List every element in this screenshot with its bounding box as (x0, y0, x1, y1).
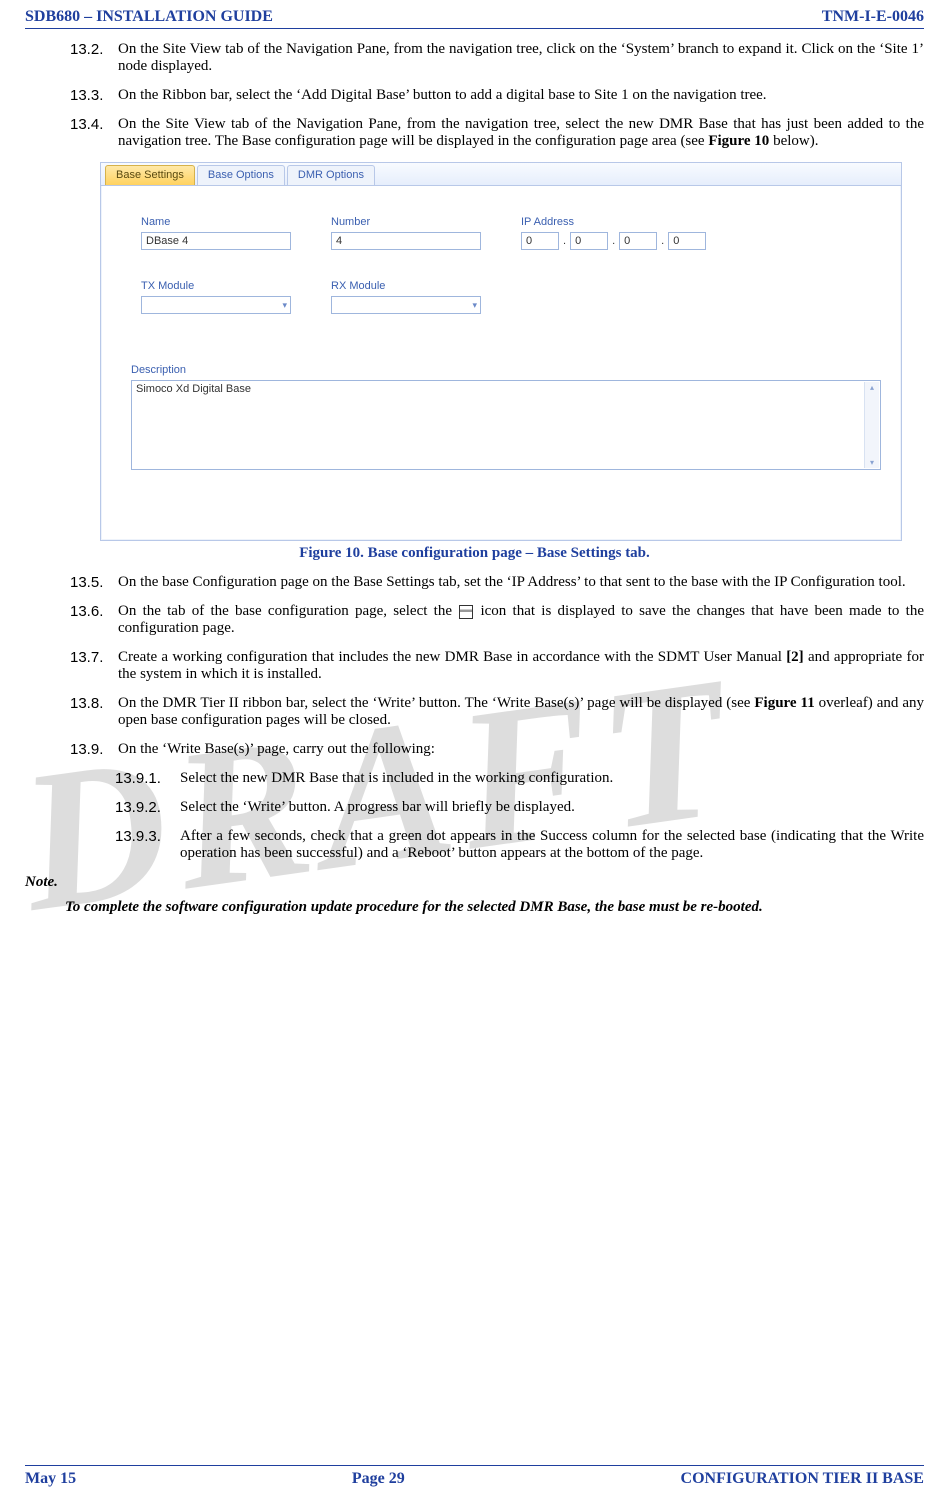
substep-text: Select the ‘Write’ button. A progress ba… (180, 799, 924, 816)
step-text: On the Ribbon bar, select the ‘Add Digit… (118, 87, 924, 104)
step-text: On the Site View tab of the Navigation P… (118, 116, 924, 150)
step-13-5: 13.5. On the base Configuration page on … (70, 574, 924, 591)
step-13-8: 13.8. On the DMR Tier II ribbon bar, sel… (70, 695, 924, 729)
config-tabstrip: Base Settings Base Options DMR Options (101, 163, 901, 186)
substep-number: 13.9.2. (115, 799, 180, 816)
step-number: 13.9. (70, 741, 118, 758)
label-rx-module: RX Module (331, 280, 491, 292)
step-13-6: 13.6. On the tab of the base configurati… (70, 603, 924, 637)
footer-right: CONFIGURATION TIER II BASE (681, 1470, 924, 1488)
footer-left: May 15 (25, 1470, 76, 1488)
step-number: 13.7. (70, 649, 118, 683)
step-13-9: 13.9. On the ‘Write Base(s)’ page, carry… (70, 741, 924, 758)
substep-text: After a few seconds, check that a green … (180, 828, 924, 862)
substep-text: Select the new DMR Base that is included… (180, 770, 924, 787)
number-field[interactable] (331, 232, 481, 250)
step-13-3: 13.3. On the Ribbon bar, select the ‘Add… (70, 87, 924, 104)
page-footer: May 15 Page 29 CONFIGURATION TIER II BAS… (25, 1465, 924, 1488)
rx-module-select[interactable] (331, 296, 481, 314)
substep-13-9-2: 13.9.2. Select the ‘Write’ button. A pro… (115, 799, 924, 816)
step-text: On the DMR Tier II ribbon bar, select th… (118, 695, 924, 729)
page-header: SDB680 – INSTALLATION GUIDE TNM-I-E-0046 (25, 8, 924, 29)
step-text: On the tab of the base configuration pag… (118, 603, 924, 637)
step-number: 13.6. (70, 603, 118, 637)
ip-octet-3[interactable] (619, 232, 657, 250)
step-number: 13.8. (70, 695, 118, 729)
step-text: On the base Configuration page on the Ba… (118, 574, 924, 591)
scrollbar[interactable] (864, 382, 879, 468)
label-number: Number (331, 216, 491, 228)
step-13-7: 13.7. Create a working configuration tha… (70, 649, 924, 683)
step-text: On the ‘Write Base(s)’ page, carry out t… (118, 741, 924, 758)
tx-module-select[interactable] (141, 296, 291, 314)
save-icon (459, 605, 473, 619)
note-label: Note. (25, 874, 924, 891)
label-ip: IP Address (521, 216, 741, 228)
ip-octet-4[interactable] (668, 232, 706, 250)
step-13-4: 13.4. On the Site View tab of the Naviga… (70, 116, 924, 150)
step-number: 13.2. (70, 41, 118, 75)
header-left: SDB680 – INSTALLATION GUIDE (25, 8, 273, 26)
footer-center: Page 29 (352, 1470, 405, 1488)
figure-10-caption: Figure 10. Base configuration page – Bas… (25, 545, 924, 562)
step-number: 13.4. (70, 116, 118, 150)
label-tx-module: TX Module (141, 280, 301, 292)
header-right: TNM-I-E-0046 (822, 8, 924, 26)
step-number: 13.3. (70, 87, 118, 104)
label-description: Description (131, 364, 881, 376)
figure-10-screenshot: Base Settings Base Options DMR Options N… (100, 162, 902, 541)
step-number: 13.5. (70, 574, 118, 591)
label-name: Name (141, 216, 301, 228)
substep-number: 13.9.3. (115, 828, 180, 862)
substep-13-9-3: 13.9.3. After a few seconds, check that … (115, 828, 924, 862)
name-field[interactable] (141, 232, 291, 250)
step-text: On the Site View tab of the Navigation P… (118, 41, 924, 75)
step-13-2: 13.2. On the Site View tab of the Naviga… (70, 41, 924, 75)
step-text: Create a working configuration that incl… (118, 649, 924, 683)
tab-base-settings[interactable]: Base Settings (105, 165, 195, 185)
note-body: To complete the software configuration u… (65, 899, 884, 916)
description-textarea[interactable]: Simoco Xd Digital Base (131, 380, 881, 470)
ip-address-field[interactable]: . . . (521, 232, 741, 250)
substep-number: 13.9.1. (115, 770, 180, 787)
ip-octet-1[interactable] (521, 232, 559, 250)
tab-base-options[interactable]: Base Options (197, 165, 285, 185)
tab-dmr-options[interactable]: DMR Options (287, 165, 375, 185)
substep-13-9-1: 13.9.1. Select the new DMR Base that is … (115, 770, 924, 787)
ip-octet-2[interactable] (570, 232, 608, 250)
